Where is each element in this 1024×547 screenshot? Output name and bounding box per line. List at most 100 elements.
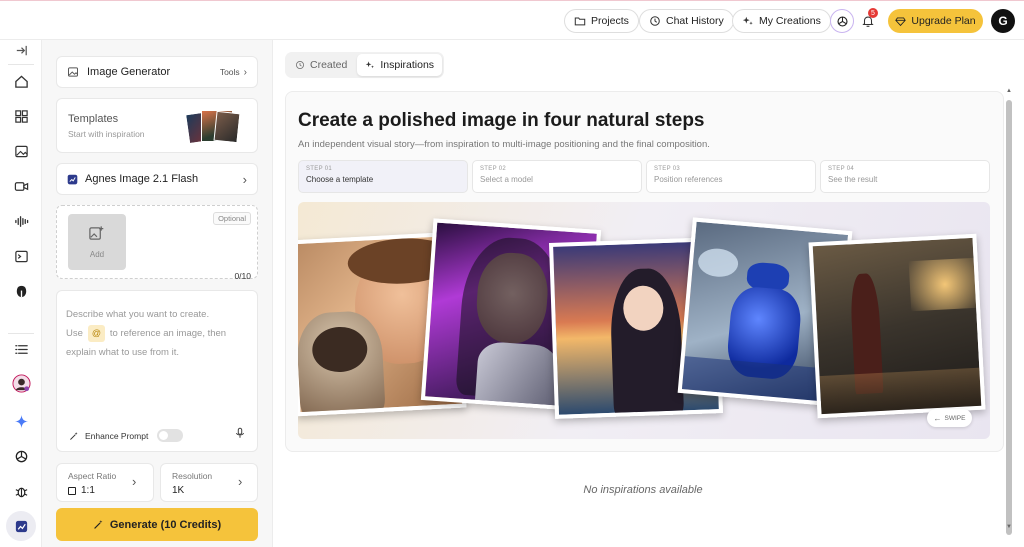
chevron-right-icon: ›	[242, 171, 247, 187]
step-2[interactable]: STEP 02 Select a model	[472, 160, 642, 193]
inspiration-photo[interactable]	[808, 233, 986, 419]
folder-icon	[574, 17, 586, 26]
page-title: Create a polished image in four natural …	[298, 110, 705, 131]
bug-icon[interactable]	[11, 481, 31, 501]
add-label: Add	[89, 250, 105, 259]
scrollbar[interactable]: ▲ ▼	[1005, 88, 1013, 538]
model-icon	[67, 174, 78, 184]
optional-tag: Optional	[213, 212, 251, 225]
upload-count: 0/10	[234, 271, 251, 281]
rail-divider	[8, 64, 34, 65]
generate-label: Generate (10 Credits)	[109, 518, 222, 531]
upgrade-plan-button[interactable]: Upgrade Plan	[888, 9, 983, 33]
sparkles-icon	[366, 61, 375, 69]
page-subtitle: An independent visual story—from inspira…	[298, 139, 710, 150]
collapse-icon[interactable]	[11, 40, 31, 60]
apps-icon[interactable]	[11, 106, 31, 126]
swipe-hint[interactable]: ← SWIPE	[927, 409, 972, 427]
add-image-icon	[89, 226, 104, 240]
user-avatar[interactable]	[11, 373, 31, 393]
notification-badge: 5	[868, 8, 878, 18]
prompt-placeholder-ref: to reference an image, then	[109, 328, 227, 339]
prompt-input[interactable]: Describe what you want to create. Use @ …	[56, 290, 258, 452]
step-number: STEP 03	[654, 166, 681, 172]
chevron-right-icon: ›	[238, 474, 243, 489]
prompt-placeholder-use: Use	[66, 328, 83, 339]
history-icon	[650, 16, 660, 26]
tab-created-label: Created	[310, 59, 348, 71]
audio-icon[interactable]	[11, 211, 31, 231]
templates-title: Templates	[68, 113, 119, 125]
account-avatar[interactable]: G	[991, 9, 1015, 33]
resolution-label: Resolution	[172, 471, 213, 481]
step-number: STEP 01	[306, 166, 333, 172]
openai-model-icon[interactable]	[830, 9, 854, 33]
scroll-up-icon[interactable]: ▲	[1006, 88, 1012, 94]
my-creations-button[interactable]: My Creations	[732, 9, 831, 33]
generate-button[interactable]: Generate (10 Credits)	[56, 508, 258, 541]
prompt-placeholder-line3: explain what to use from it.	[66, 347, 179, 358]
chevron-right-icon: ›	[243, 66, 247, 78]
top-bar: Projects Chat History My Creations 5 Upg…	[0, 0, 1024, 40]
tab-inspirations[interactable]: Inspirations	[357, 54, 443, 76]
video-icon[interactable]	[11, 176, 31, 196]
upgrade-plan-label: Upgrade Plan	[911, 15, 976, 27]
enhance-prompt-toggle[interactable]	[157, 429, 184, 442]
inspiration-card: Create a polished image in four natural …	[285, 91, 1004, 452]
step-1[interactable]: STEP 01 Choose a template	[298, 160, 468, 193]
microphone-icon[interactable]	[234, 427, 246, 439]
step-title: See the result	[828, 175, 878, 184]
resolution-value: 1K	[172, 485, 185, 496]
home-icon[interactable]	[11, 71, 31, 91]
model-selector[interactable]: Agnes Image 2.1 Flash ›	[56, 163, 258, 195]
generator-panel: Image Generator Tools › Templates Start …	[42, 40, 273, 547]
mask-icon[interactable]	[11, 281, 31, 301]
resolution-selector[interactable]: Resolution 1K ›	[160, 463, 258, 502]
sparkles-icon	[742, 16, 753, 25]
chart-icon[interactable]	[11, 516, 31, 536]
openai-icon[interactable]	[11, 446, 31, 466]
list-icon[interactable]	[11, 339, 31, 359]
empty-state: No inspirations available	[583, 484, 703, 496]
arrow-left-icon: ←	[933, 413, 942, 423]
generator-label: Image Generator	[87, 66, 171, 78]
main-area: Created Inspirations Create a polished i…	[274, 40, 1024, 547]
inspiration-carousel[interactable]: ← SWIPE	[298, 202, 990, 439]
image-icon	[68, 67, 78, 77]
swipe-label: SWIPE	[944, 414, 966, 422]
step-4[interactable]: STEP 04 See the result	[820, 160, 990, 193]
projects-button[interactable]: Projects	[564, 9, 639, 33]
terminal-icon[interactable]	[11, 246, 31, 266]
templates-subtitle: Start with inspiration	[68, 129, 145, 139]
clock-icon	[296, 61, 304, 69]
diamond-icon	[895, 17, 907, 26]
scroll-down-icon[interactable]: ▼	[1006, 524, 1012, 530]
step-3[interactable]: STEP 03 Position references	[646, 160, 816, 193]
magic-wand-icon	[94, 520, 103, 529]
step-number: STEP 04	[828, 166, 855, 172]
scrollbar-thumb[interactable]	[1006, 100, 1012, 535]
square-icon	[68, 486, 76, 495]
step-title: Choose a template	[306, 175, 374, 184]
image-icon[interactable]	[11, 141, 31, 161]
chat-history-button[interactable]: Chat History	[639, 9, 734, 33]
templates-card[interactable]: Templates Start with inspiration	[56, 98, 258, 153]
tab-created[interactable]: Created	[287, 54, 355, 76]
generator-selector[interactable]: Image Generator Tools ›	[56, 56, 258, 88]
add-reference-button[interactable]: Add	[68, 214, 126, 270]
tab-inspirations-label: Inspirations	[380, 59, 435, 71]
sparkle-icon[interactable]	[11, 411, 31, 431]
aspect-ratio-label: Aspect Ratio	[68, 471, 117, 481]
template-thumbnails	[185, 109, 241, 145]
aspect-ratio-selector[interactable]: Aspect Ratio 1:1 ›	[56, 463, 154, 502]
magic-wand-icon	[70, 431, 78, 440]
model-name: Agnes Image 2.1 Flash	[85, 173, 199, 185]
chevron-right-icon: ›	[132, 474, 137, 489]
enhance-prompt-label: Enhance Prompt	[85, 430, 149, 441]
view-tabs: Created Inspirations	[285, 52, 445, 78]
rail-divider	[8, 333, 34, 334]
mention-chip: @	[87, 325, 105, 342]
aspect-ratio-value: 1:1	[81, 485, 95, 496]
tools-label: Tools	[219, 67, 240, 77]
icon-rail	[0, 0, 42, 547]
